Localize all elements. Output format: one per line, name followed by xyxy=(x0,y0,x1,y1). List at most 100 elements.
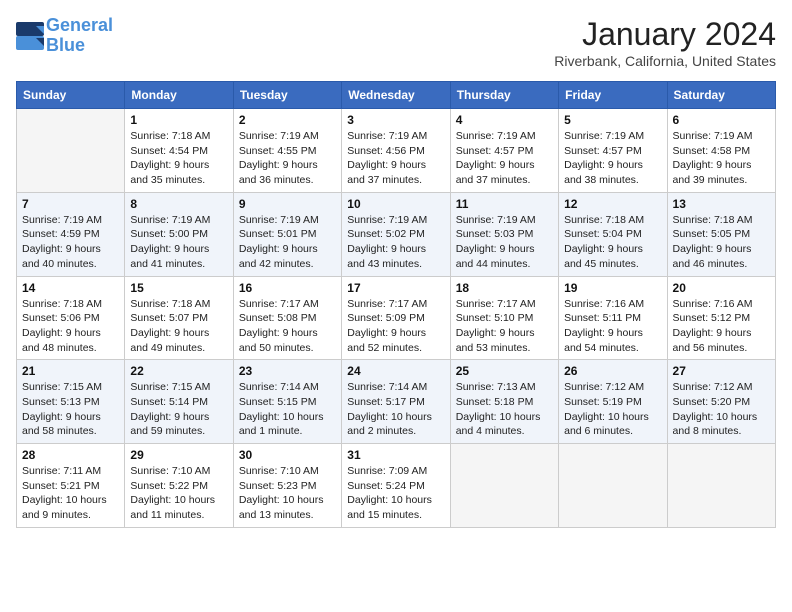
day-info: Sunrise: 7:19 AM Sunset: 4:57 PM Dayligh… xyxy=(564,129,661,188)
weekday-header-row: SundayMondayTuesdayWednesdayThursdayFrid… xyxy=(17,82,776,109)
day-info: Sunrise: 7:19 AM Sunset: 5:02 PM Dayligh… xyxy=(347,213,444,272)
day-number: 7 xyxy=(22,197,119,211)
day-info: Sunrise: 7:17 AM Sunset: 5:10 PM Dayligh… xyxy=(456,297,553,356)
calendar-cell: 19 Sunrise: 7:16 AM Sunset: 5:11 PM Dayli… xyxy=(559,276,667,360)
day-number: 5 xyxy=(564,113,661,127)
day-info: Sunrise: 7:19 AM Sunset: 4:57 PM Dayligh… xyxy=(456,129,553,188)
day-number: 11 xyxy=(456,197,553,211)
calendar-week-row: 14 Sunrise: 7:18 AM Sunset: 5:06 PM Dayli… xyxy=(17,276,776,360)
weekday-header-tuesday: Tuesday xyxy=(233,82,341,109)
day-number: 8 xyxy=(130,197,227,211)
logo: General Blue xyxy=(16,16,113,56)
day-number: 10 xyxy=(347,197,444,211)
calendar-week-row: 1 Sunrise: 7:18 AM Sunset: 4:54 PM Daylig… xyxy=(17,109,776,193)
calendar-cell: 29 Sunrise: 7:10 AM Sunset: 5:22 PM Dayli… xyxy=(125,444,233,528)
calendar-cell: 14 Sunrise: 7:18 AM Sunset: 5:06 PM Dayli… xyxy=(17,276,125,360)
day-number: 16 xyxy=(239,281,336,295)
logo-line1: General xyxy=(46,15,113,35)
day-number: 17 xyxy=(347,281,444,295)
day-number: 14 xyxy=(22,281,119,295)
day-number: 6 xyxy=(673,113,770,127)
day-info: Sunrise: 7:14 AM Sunset: 5:15 PM Dayligh… xyxy=(239,380,336,439)
calendar-cell: 7 Sunrise: 7:19 AM Sunset: 4:59 PM Daylig… xyxy=(17,192,125,276)
day-info: Sunrise: 7:09 AM Sunset: 5:24 PM Dayligh… xyxy=(347,464,444,523)
weekday-header-thursday: Thursday xyxy=(450,82,558,109)
calendar-cell: 2 Sunrise: 7:19 AM Sunset: 4:55 PM Daylig… xyxy=(233,109,341,193)
calendar-cell: 25 Sunrise: 7:13 AM Sunset: 5:18 PM Dayli… xyxy=(450,360,558,444)
calendar-cell: 3 Sunrise: 7:19 AM Sunset: 4:56 PM Daylig… xyxy=(342,109,450,193)
day-number: 15 xyxy=(130,281,227,295)
calendar-cell: 16Sunrise: 7:17 AM Sunset: 5:08 PM Dayli… xyxy=(233,276,341,360)
calendar-cell: 22 Sunrise: 7:15 AM Sunset: 5:14 PM Dayli… xyxy=(125,360,233,444)
day-info: Sunrise: 7:15 AM Sunset: 5:13 PM Dayligh… xyxy=(22,380,119,439)
calendar-week-row: 21 Sunrise: 7:15 AM Sunset: 5:13 PM Dayli… xyxy=(17,360,776,444)
day-info: Sunrise: 7:18 AM Sunset: 5:05 PM Dayligh… xyxy=(673,213,770,272)
calendar-cell: 28Sunrise: 7:11 AM Sunset: 5:21 PM Dayli… xyxy=(17,444,125,528)
logo-line2: Blue xyxy=(46,35,85,55)
calendar-week-row: 7 Sunrise: 7:19 AM Sunset: 4:59 PM Daylig… xyxy=(17,192,776,276)
logo-icon xyxy=(16,22,44,50)
day-number: 18 xyxy=(456,281,553,295)
day-number: 30 xyxy=(239,448,336,462)
day-info: Sunrise: 7:16 AM Sunset: 5:11 PM Dayligh… xyxy=(564,297,661,356)
day-number: 25 xyxy=(456,364,553,378)
day-info: Sunrise: 7:19 AM Sunset: 5:03 PM Dayligh… xyxy=(456,213,553,272)
weekday-header-monday: Monday xyxy=(125,82,233,109)
day-info: Sunrise: 7:15 AM Sunset: 5:14 PM Dayligh… xyxy=(130,380,227,439)
day-number: 23 xyxy=(239,364,336,378)
day-info: Sunrise: 7:13 AM Sunset: 5:18 PM Dayligh… xyxy=(456,380,553,439)
calendar-cell: 27 Sunrise: 7:12 AM Sunset: 5:20 PM Dayli… xyxy=(667,360,775,444)
day-info: Sunrise: 7:10 AM Sunset: 5:22 PM Dayligh… xyxy=(130,464,227,523)
day-number: 2 xyxy=(239,113,336,127)
calendar-cell: 31 Sunrise: 7:09 AM Sunset: 5:24 PM Dayli… xyxy=(342,444,450,528)
calendar-cell: 6 Sunrise: 7:19 AM Sunset: 4:58 PM Daylig… xyxy=(667,109,775,193)
day-info: Sunrise: 7:17 AM Sunset: 5:09 PM Dayligh… xyxy=(347,297,444,356)
calendar-week-row: 28Sunrise: 7:11 AM Sunset: 5:21 PM Dayli… xyxy=(17,444,776,528)
calendar-cell xyxy=(17,109,125,193)
calendar-cell: 21 Sunrise: 7:15 AM Sunset: 5:13 PM Dayli… xyxy=(17,360,125,444)
day-info: Sunrise: 7:19 AM Sunset: 4:59 PM Dayligh… xyxy=(22,213,119,272)
day-number: 19 xyxy=(564,281,661,295)
day-number: 20 xyxy=(673,281,770,295)
day-number: 29 xyxy=(130,448,227,462)
month-title: January 2024 xyxy=(554,16,776,53)
location: Riverbank, California, United States xyxy=(554,53,776,69)
calendar-cell: 1 Sunrise: 7:18 AM Sunset: 4:54 PM Daylig… xyxy=(125,109,233,193)
day-info: Sunrise: 7:18 AM Sunset: 4:54 PM Dayligh… xyxy=(130,129,227,188)
calendar-cell: 20 Sunrise: 7:16 AM Sunset: 5:12 PM Dayli… xyxy=(667,276,775,360)
calendar-cell: 9Sunrise: 7:19 AM Sunset: 5:01 PM Daylig… xyxy=(233,192,341,276)
day-info: Sunrise: 7:10 AM Sunset: 5:23 PM Dayligh… xyxy=(239,464,336,523)
weekday-header-friday: Friday xyxy=(559,82,667,109)
calendar-cell: 10 Sunrise: 7:19 AM Sunset: 5:02 PM Dayli… xyxy=(342,192,450,276)
day-info: Sunrise: 7:19 AM Sunset: 4:56 PM Dayligh… xyxy=(347,129,444,188)
calendar-cell: 18 Sunrise: 7:17 AM Sunset: 5:10 PM Dayli… xyxy=(450,276,558,360)
calendar-cell: 11 Sunrise: 7:19 AM Sunset: 5:03 PM Dayli… xyxy=(450,192,558,276)
calendar-cell xyxy=(667,444,775,528)
calendar-cell: 24Sunrise: 7:14 AM Sunset: 5:17 PM Dayli… xyxy=(342,360,450,444)
day-info: Sunrise: 7:14 AM Sunset: 5:17 PM Dayligh… xyxy=(347,380,444,439)
day-info: Sunrise: 7:18 AM Sunset: 5:04 PM Dayligh… xyxy=(564,213,661,272)
day-number: 31 xyxy=(347,448,444,462)
day-info: Sunrise: 7:19 AM Sunset: 4:58 PM Dayligh… xyxy=(673,129,770,188)
day-number: 1 xyxy=(130,113,227,127)
day-number: 28 xyxy=(22,448,119,462)
page-header: General Blue January 2024 Riverbank, Cal… xyxy=(16,16,776,69)
day-number: 21 xyxy=(22,364,119,378)
weekday-header-wednesday: Wednesday xyxy=(342,82,450,109)
day-info: Sunrise: 7:12 AM Sunset: 5:19 PM Dayligh… xyxy=(564,380,661,439)
day-info: Sunrise: 7:19 AM Sunset: 4:55 PM Dayligh… xyxy=(239,129,336,188)
weekday-header-sunday: Sunday xyxy=(17,82,125,109)
calendar-cell: 26Sunrise: 7:12 AM Sunset: 5:19 PM Dayli… xyxy=(559,360,667,444)
calendar-cell: 23 Sunrise: 7:14 AM Sunset: 5:15 PM Dayli… xyxy=(233,360,341,444)
day-info: Sunrise: 7:18 AM Sunset: 5:06 PM Dayligh… xyxy=(22,297,119,356)
day-info: Sunrise: 7:12 AM Sunset: 5:20 PM Dayligh… xyxy=(673,380,770,439)
calendar-cell xyxy=(559,444,667,528)
day-number: 9 xyxy=(239,197,336,211)
calendar-cell: 13Sunrise: 7:18 AM Sunset: 5:05 PM Dayli… xyxy=(667,192,775,276)
day-number: 27 xyxy=(673,364,770,378)
day-number: 3 xyxy=(347,113,444,127)
logo-text: General Blue xyxy=(46,16,113,56)
calendar-table: SundayMondayTuesdayWednesdayThursdayFrid… xyxy=(16,81,776,528)
day-info: Sunrise: 7:16 AM Sunset: 5:12 PM Dayligh… xyxy=(673,297,770,356)
day-number: 22 xyxy=(130,364,227,378)
